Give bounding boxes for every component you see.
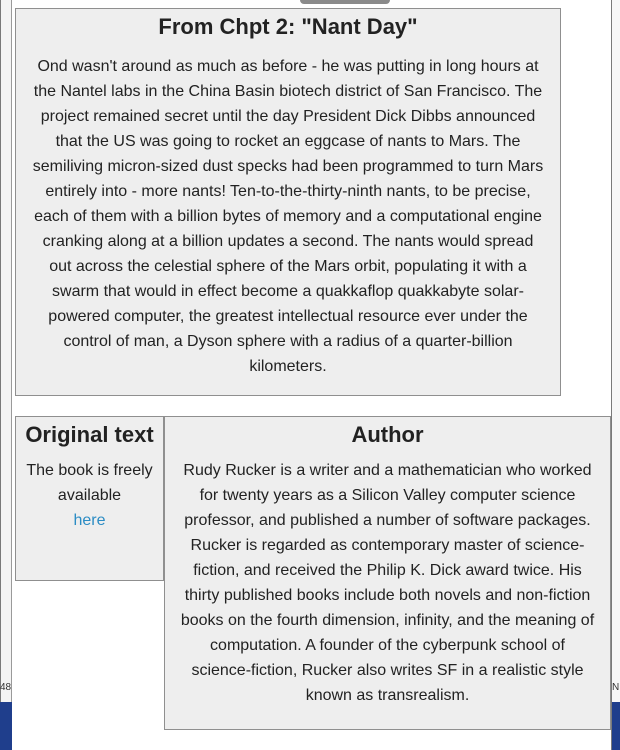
scroll-indicator[interactable] — [300, 0, 390, 4]
author-body: Rudy Rucker is a writer and a mathematic… — [180, 462, 595, 704]
original-text-title: Original text — [25, 422, 154, 447]
excerpt-title: From Chpt 2: "Nant Day" — [158, 14, 418, 39]
window-left-inner-border — [11, 0, 12, 750]
edge-label-left: 48 — [0, 682, 12, 693]
window-right-strip — [612, 0, 620, 750]
excerpt-panel: From Chpt 2: "Nant Day" Ond wasn't aroun… — [15, 8, 561, 396]
original-text-body: The book is freely available here — [22, 458, 157, 533]
author-title: Author — [351, 422, 424, 447]
window-left-strip — [1, 0, 11, 750]
original-text-description: The book is freely available — [26, 462, 153, 504]
original-text-panel: Original text The book is freely availab… — [15, 416, 164, 581]
author-panel: Author Rudy Rucker is a writer and a mat… — [164, 416, 611, 730]
browser-viewport: 48 N From Chpt 2: "Nant Day" Ond wasn't … — [0, 0, 620, 750]
edge-label-right: N — [612, 682, 620, 693]
excerpt-body: Ond wasn't around as much as before - he… — [32, 58, 544, 375]
taskbar-left — [0, 702, 12, 750]
taskbar-right — [612, 702, 620, 750]
window-left-border — [0, 0, 1, 750]
original-text-link[interactable]: here — [73, 512, 105, 529]
